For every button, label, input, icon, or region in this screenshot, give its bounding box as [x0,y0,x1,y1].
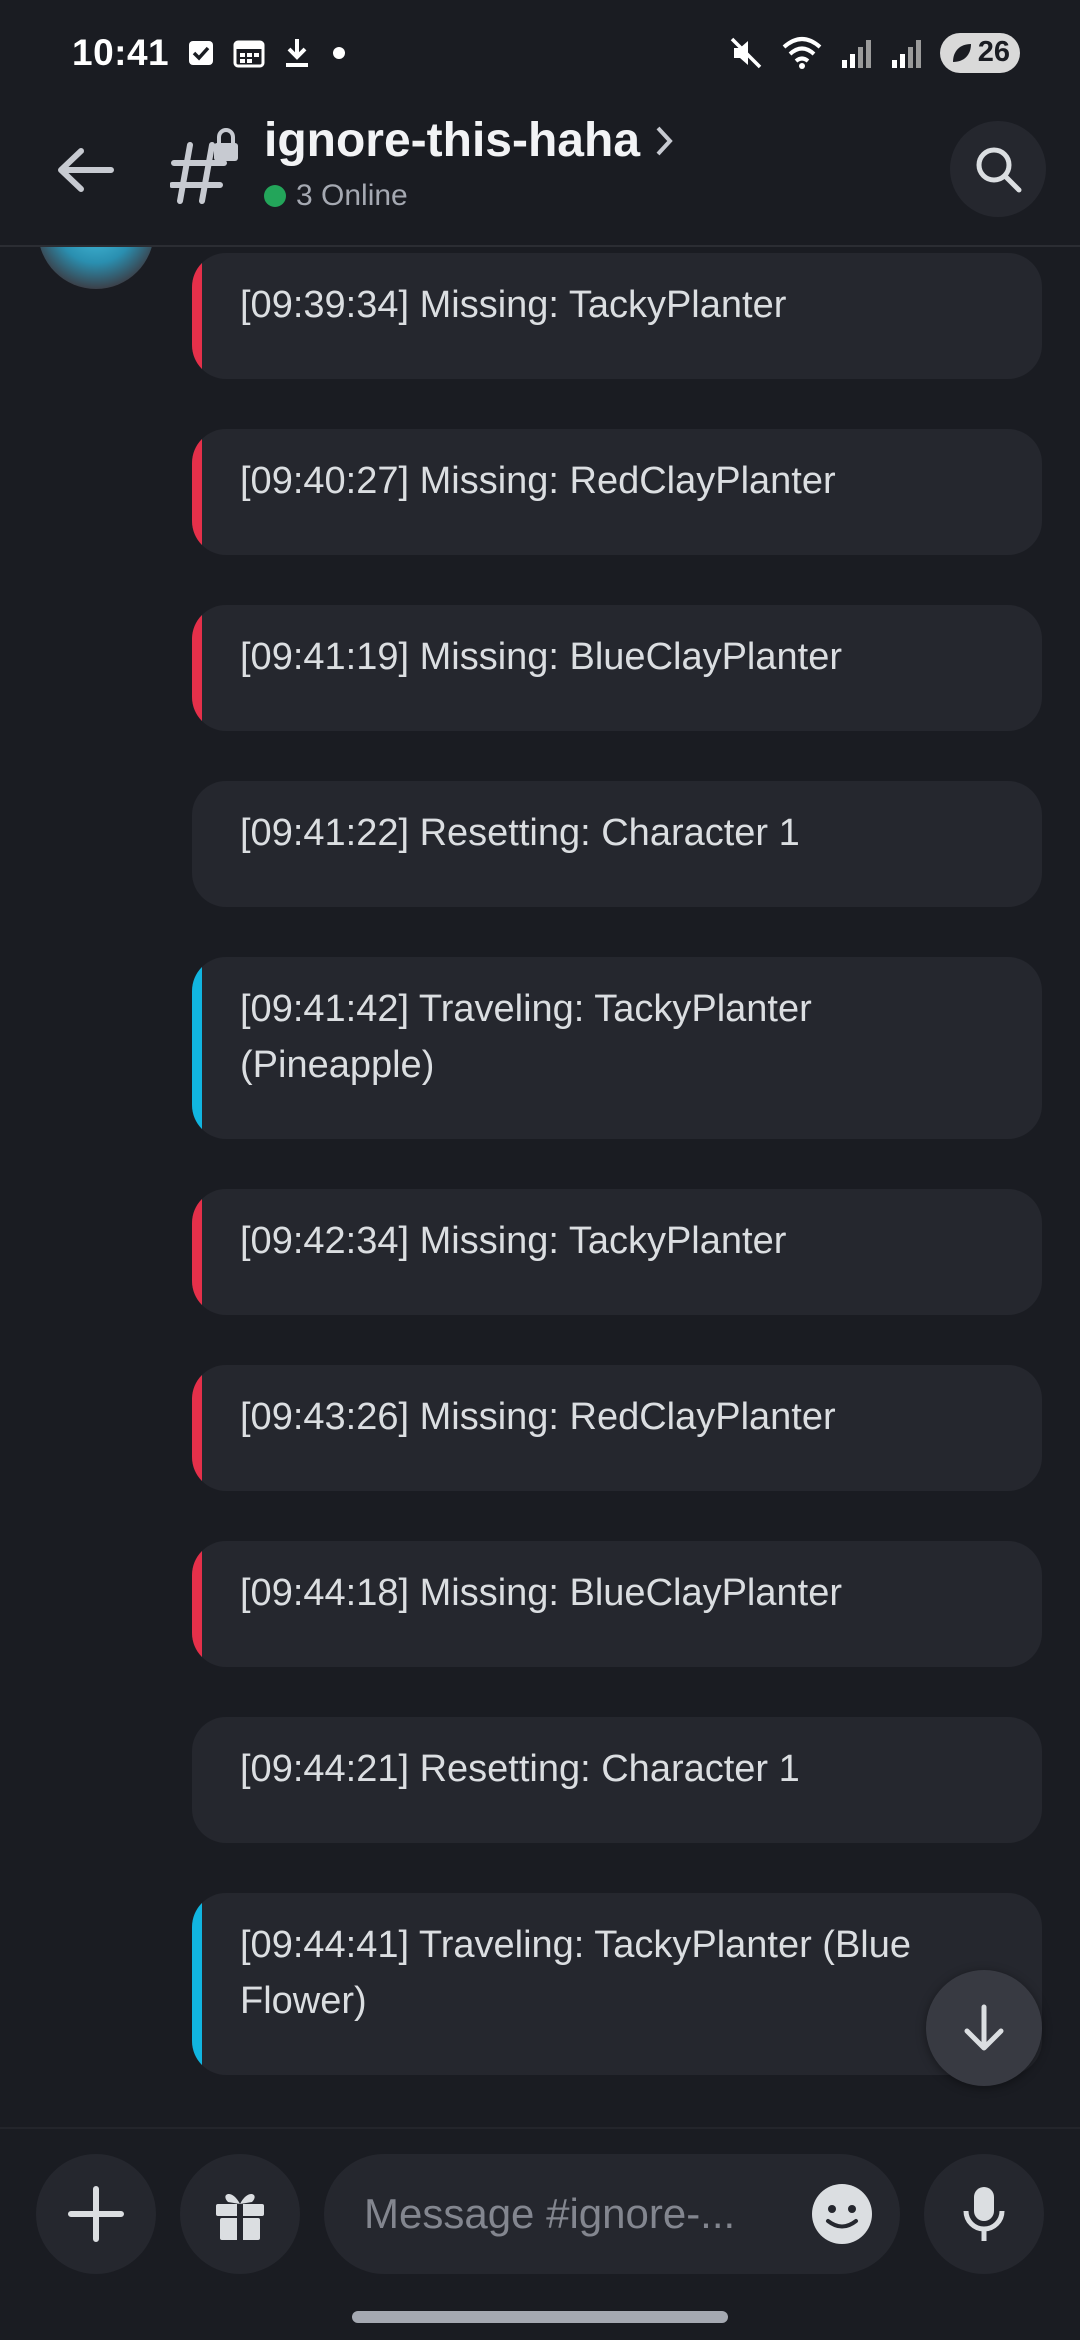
signal-icon [890,36,924,70]
wifi-icon [780,35,824,71]
message-embed[interactable]: [09:41:22] Resetting: Character 1 [192,781,1042,907]
message-text: [09:39:34] Missing: TackyPlanter [240,284,787,326]
message-embed[interactable]: [09:41:42] Traveling: TackyPlanter (Pine… [192,957,1042,1139]
microphone-icon [963,2187,1005,2241]
message-text: [09:40:27] Missing: RedClayPlanter [240,460,836,502]
gift-button[interactable] [180,2154,300,2274]
arrow-left-icon [58,148,114,192]
channel-title[interactable]: ignore-this-haha [264,113,676,168]
message-embed[interactable]: [09:41:19] Missing: BlueClayPlanter [192,605,1042,731]
mute-icon [728,35,764,71]
online-status: 3 Online [264,179,408,213]
channel-header: ignore-this-haha 3 Online [0,105,1080,247]
battery-level: 26 [977,36,1010,68]
message-embed[interactable]: [09:43:26] Missing: RedClayPlanter [192,1365,1042,1491]
message-text: [09:44:18] Missing: BlueClayPlanter [240,1572,842,1614]
embed-accent-bar [192,1717,202,1843]
plus-icon [68,2186,124,2242]
message-text: [09:41:22] Resetting: Character 1 [240,812,800,854]
embed-accent-bar [192,1541,202,1667]
leaf-icon [952,43,971,62]
embed-accent-bar [192,1365,202,1491]
signal-icon [840,36,874,70]
online-count: 3 Online [296,179,408,212]
download-icon [283,37,311,69]
status-left: 10:41 [72,32,349,74]
message-embed[interactable]: [09:44:18] Missing: BlueClayPlanter [192,1541,1042,1667]
jump-to-present-button[interactable] [926,1970,1042,2086]
embed-accent-bar [192,429,202,555]
status-time: 10:41 [72,31,170,73]
message-embed[interactable]: [09:40:27] Missing: RedClayPlanter [192,429,1042,555]
search-icon [976,147,1022,193]
emoji-button[interactable] [810,2182,874,2246]
message-input-placeholder: Message #ignore-... [364,2190,736,2237]
checkbox-icon [187,39,215,67]
message-list[interactable]: [09:39:34] Missing: TackyPlanter [09:40:… [0,247,1080,2127]
gift-icon [216,2193,264,2240]
chevron-right-icon [656,126,673,155]
message-embed[interactable]: [09:42:34] Missing: TackyPlanter [192,1189,1042,1315]
status-bar: 10:41 26 [0,0,1080,105]
dot-icon [329,43,349,63]
discord-channel-screen: 10:41 26 ignore-this-haha 3 Online [09:3… [0,0,1080,2340]
calendar-icon [233,38,265,68]
embed-accent-bar [192,605,202,731]
message-text: [09:42:34] Missing: TackyPlanter [240,1220,787,1262]
home-indicator[interactable] [352,2311,728,2323]
message-embed[interactable]: [09:44:41] Traveling: TackyPlanter (Blue… [192,1893,1042,2075]
add-attachment-button[interactable] [36,2154,156,2274]
emoji-icon [812,2184,872,2244]
message-input[interactable]: Message #ignore-... [324,2154,900,2274]
back-button[interactable] [50,135,120,205]
message-text: [09:43:26] Missing: RedClayPlanter [240,1396,836,1438]
avatar[interactable] [38,247,154,289]
message-text: [09:41:42] Traveling: TackyPlanter (Pine… [240,988,812,1086]
message-text: [09:44:41] Traveling: TackyPlanter (Blue… [240,1924,912,2022]
message-embed[interactable]: [09:44:21] Resetting: Character 1 [192,1717,1042,1843]
search-button[interactable] [950,121,1046,217]
embed-accent-bar [192,1893,202,2075]
embed-accent-bar [192,957,202,1139]
embed-accent-bar [192,253,202,379]
locked-channel-icon [169,127,242,207]
voice-message-button[interactable] [924,2154,1044,2274]
status-right: 26 [728,32,1020,73]
message-composer: Message #ignore-... [0,2127,1080,2340]
battery-indicator: 26 [939,32,1020,73]
message-embed[interactable]: [09:39:34] Missing: TackyPlanter [192,253,1042,379]
message-text: [09:44:21] Resetting: Character 1 [240,1748,800,1790]
online-dot-icon [264,185,286,207]
embed-accent-bar [192,781,202,907]
message-text: [09:41:19] Missing: BlueClayPlanter [240,636,842,678]
channel-name-text: ignore-this-haha [264,114,641,167]
arrow-down-icon [964,2004,1004,2051]
embed-accent-bar [192,1189,202,1315]
